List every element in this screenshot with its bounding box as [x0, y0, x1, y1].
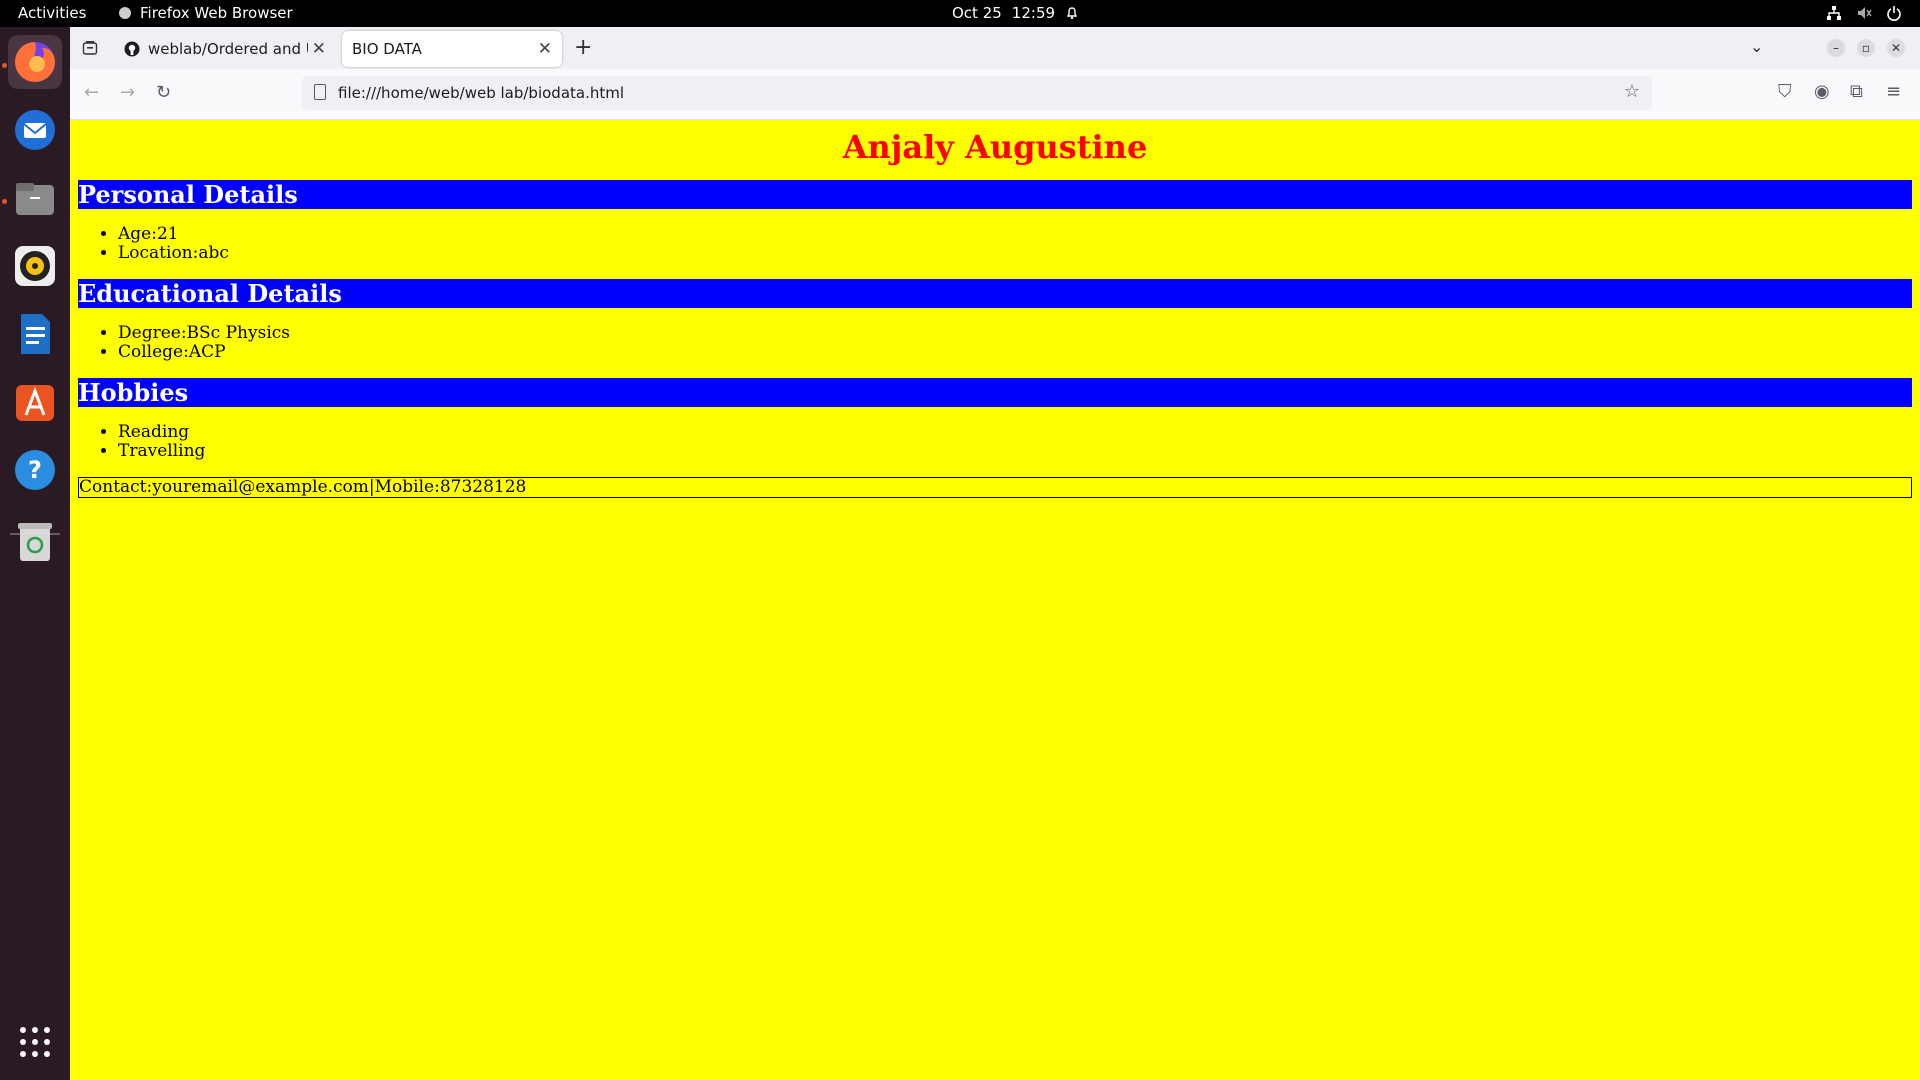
thunderbird-icon [15, 110, 55, 150]
firefox-icon [15, 42, 55, 82]
list-item: Travelling [118, 442, 1912, 461]
dock-rhythmbox[interactable] [8, 239, 62, 293]
list-item: Reading [118, 423, 1912, 442]
trash-icon [18, 523, 52, 561]
navigation-toolbar: ← → ↻ file:///home/web/web lab/biodata.h… [70, 69, 1920, 120]
time-label: 12:59 [1011, 4, 1056, 22]
clock[interactable]: Oct 25 12:59 [952, 4, 1079, 22]
pocket-icon[interactable]: ⛉ [1778, 81, 1792, 102]
app-center-icon [16, 385, 54, 421]
dock-files[interactable] [8, 171, 62, 225]
close-tab-icon[interactable]: ✕ [312, 39, 326, 59]
firefox-window: weblab/Ordered and Unordered ✕ BIO DATA … [70, 27, 1920, 1080]
dock-help[interactable]: ? [8, 443, 62, 497]
rhythmbox-icon [15, 246, 55, 286]
section-heading-personal: Personal Details [78, 180, 1912, 210]
volume-icon [1858, 7, 1872, 19]
tab-title: BIO DATA [352, 40, 422, 58]
url-text[interactable]: file:///home/web/web lab/biodata.html [338, 84, 624, 102]
section-heading-educational: Educational Details [78, 279, 1912, 309]
firefox-view-icon[interactable] [82, 40, 98, 56]
dock-thunderbird[interactable] [8, 103, 62, 157]
dock-show-apps[interactable] [8, 1015, 62, 1069]
close-tab-icon[interactable]: ✕ [538, 39, 552, 59]
dock-trash[interactable] [8, 515, 62, 569]
personal-details-list: Age:21 Location:abc [78, 225, 1912, 263]
close-window-button[interactable]: ✕ [1887, 39, 1905, 57]
page-title: Anjaly Augustine [842, 128, 1148, 166]
section-heading-hobbies: Hobbies [78, 378, 1912, 408]
activities-button[interactable]: Activities [18, 4, 86, 22]
reload-button[interactable]: ↻ [156, 82, 171, 103]
writer-icon [21, 314, 50, 354]
new-tab-button[interactable]: + [574, 35, 592, 60]
files-icon [16, 183, 54, 215]
page-icon [314, 84, 326, 100]
tab-bar: weblab/Ordered and Unordered ✕ BIO DATA … [70, 27, 1920, 69]
tab-title: weblab/Ordered and Unordered [148, 40, 308, 58]
tab-bio-data[interactable]: BIO DATA ✕ [342, 31, 562, 67]
list-item: Location:abc [118, 244, 1912, 263]
dock-libreoffice-writer[interactable] [8, 307, 62, 361]
minimize-button[interactable]: – [1827, 39, 1845, 57]
date-label: Oct 25 [952, 4, 1002, 22]
list-item: College:ACP [118, 343, 1912, 362]
github-icon [124, 41, 140, 57]
app-grid-icon [20, 1027, 50, 1057]
help-icon: ? [15, 450, 55, 490]
url-bar[interactable]: file:///home/web/web lab/biodata.html ☆ [302, 76, 1652, 110]
biodata-page: Anjaly Augustine Personal Details Age:21… [78, 120, 1912, 499]
list-item: Age:21 [118, 225, 1912, 244]
power-icon [1887, 6, 1901, 21]
forward-button[interactable]: → [120, 82, 135, 103]
running-indicator [2, 63, 7, 68]
page-viewport: Anjaly Augustine Personal Details Age:21… [70, 120, 1920, 1080]
app-menu[interactable]: Firefox Web Browser [118, 4, 293, 22]
back-button[interactable]: ← [84, 82, 99, 103]
maximize-button[interactable]: ▫ [1857, 39, 1875, 57]
running-indicator [2, 199, 7, 204]
dock-app-center[interactable] [8, 375, 62, 429]
account-icon[interactable]: ◉ [1814, 81, 1830, 102]
menu-icon[interactable]: ≡ [1886, 81, 1901, 102]
firefox-small-icon [119, 7, 131, 19]
dock-firefox[interactable] [8, 35, 62, 89]
contact-footer: Contact:youremail@example.com|Mobile:873… [78, 477, 1912, 499]
app-name-label: Firefox Web Browser [140, 4, 293, 22]
educational-details-list: Degree:BSc Physics College:ACP [78, 324, 1912, 362]
hobbies-list: Reading Travelling [78, 423, 1912, 461]
dock: ? [0, 27, 70, 1080]
bell-icon [1066, 7, 1078, 20]
tab-weblab[interactable]: weblab/Ordered and Unordered ✕ [114, 31, 336, 67]
list-item: Degree:BSc Physics [118, 324, 1912, 343]
network-icon [1827, 6, 1841, 20]
system-tray[interactable] [1826, 5, 1902, 21]
list-all-tabs-icon[interactable]: ⌄ [1750, 37, 1763, 56]
svg-text:?: ? [28, 456, 42, 484]
extensions-icon[interactable]: ⧉ [1850, 81, 1863, 102]
system-top-bar: Activities Firefox Web Browser Oct 25 12… [0, 0, 1920, 27]
bookmark-star-icon[interactable]: ☆ [1624, 81, 1640, 102]
